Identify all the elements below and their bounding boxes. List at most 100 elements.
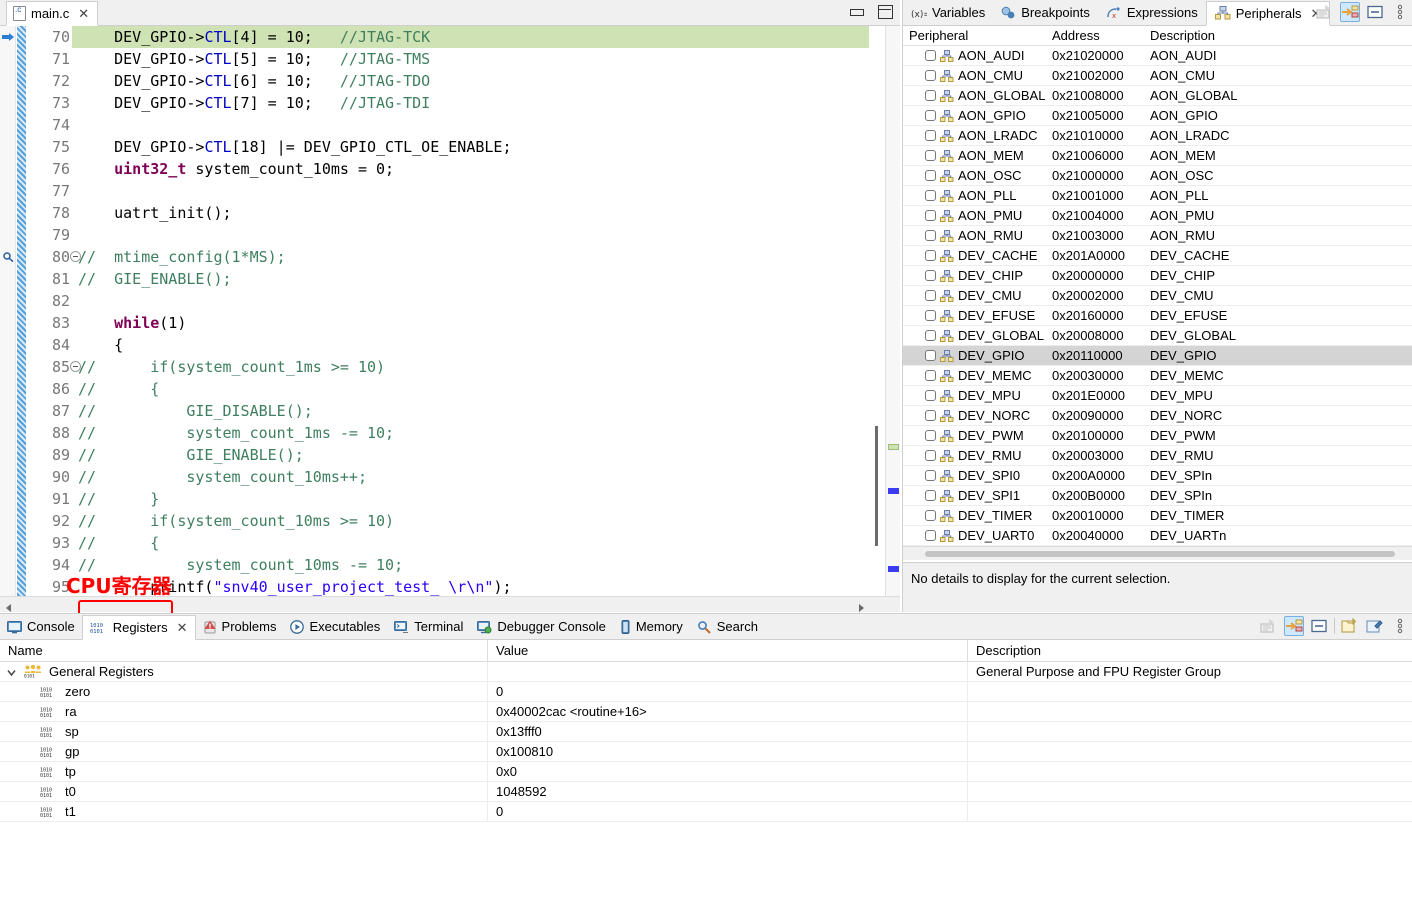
code-line[interactable]: uint32_t system_count_10ms = 0; [78, 158, 394, 180]
tab-search[interactable]: Search [690, 614, 765, 639]
tab-problems[interactable]: Problems [196, 614, 284, 639]
register-value[interactable]: 0x13fff0 [488, 722, 968, 742]
register-row[interactable]: 10100101ra0x40002cac <routine+16> [0, 702, 1412, 722]
peripheral-checkbox[interactable] [925, 330, 936, 341]
peripherals-list[interactable]: AON_AUDI0x21020000AON_AUDIAON_CMU0x21002… [903, 46, 1412, 560]
tab-console[interactable]: Console [0, 614, 82, 639]
code-line[interactable]: DEV_GPIO->CTL[4] = 10; //JTAG-TCK [78, 26, 430, 48]
register-row[interactable]: 10100101gp0x100810 [0, 742, 1412, 762]
peripheral-checkbox[interactable] [925, 530, 936, 541]
peripheral-checkbox[interactable] [925, 390, 936, 401]
code-line[interactable]: uatrt_init(); [78, 202, 232, 224]
code-line[interactable]: DEV_GPIO->CTL[7] = 10; //JTAG-TDI [78, 92, 430, 114]
code-area[interactable]: 70 DEV_GPIO->CTL[4] = 10; //JTAG-TCK71 D… [0, 26, 900, 612]
register-row[interactable]: 10100101t01048592 [0, 782, 1412, 802]
overview-ruler[interactable] [885, 26, 900, 596]
peripheral-row[interactable]: DEV_CHIP0x20000000DEV_CHIP [903, 266, 1412, 286]
register-value[interactable]: 0x0 [488, 762, 968, 782]
tab-peripherals[interactable]: Peripherals✕ [1206, 1, 1331, 26]
tab-breakpoints[interactable]: Breakpoints [993, 0, 1098, 25]
peripheral-checkbox[interactable] [925, 250, 936, 261]
scrollbar-thumb[interactable] [875, 426, 878, 546]
code-line[interactable]: // GIE_DISABLE(); [78, 400, 313, 422]
peripheral-row[interactable]: DEV_RMU0x20003000DEV_RMU [903, 446, 1412, 466]
column-header-name[interactable]: Name [0, 640, 488, 661]
view-menu-icon[interactable] [1390, 616, 1410, 636]
peripheral-row[interactable]: AON_GPIO0x21005000AON_GPIO [903, 106, 1412, 126]
peripheral-row[interactable]: DEV_UART00x20040000DEV_UARTn [903, 526, 1412, 546]
column-header-value[interactable]: Value [488, 640, 968, 661]
peripheral-checkbox[interactable] [925, 270, 936, 281]
peripheral-row[interactable]: DEV_GPIO0x20110000DEV_GPIO [903, 346, 1412, 366]
column-header-description[interactable]: Description [1144, 26, 1412, 45]
peripheral-row[interactable]: AON_AUDI0x21020000AON_AUDI [903, 46, 1412, 66]
peripheral-checkbox[interactable] [925, 450, 936, 461]
peripherals-horizontal-scrollbar[interactable] [903, 546, 1412, 560]
tab-terminal[interactable]: Terminal [387, 614, 470, 639]
peripheral-row[interactable]: AON_PMU0x21004000AON_PMU [903, 206, 1412, 226]
code-line[interactable]: { [78, 334, 123, 356]
layout-icon[interactable] [1365, 2, 1385, 22]
register-value[interactable]: 0x40002cac <routine+16> [488, 702, 968, 722]
code-line[interactable]: // system_count_1ms -= 10; [78, 422, 394, 444]
code-line[interactable]: // system_count_10ms++; [78, 466, 367, 488]
peripheral-checkbox[interactable] [925, 350, 936, 361]
peripheral-row[interactable]: AON_OSC0x21000000AON_OSC [903, 166, 1412, 186]
column-header-address[interactable]: Address [1046, 26, 1144, 45]
peripheral-row[interactable]: AON_RMU0x21003000AON_RMU [903, 226, 1412, 246]
code-line[interactable]: printf("snv40_user_project_test_ \r\n"); [78, 576, 512, 598]
peripheral-checkbox[interactable] [925, 290, 936, 301]
peripheral-row[interactable]: DEV_SPI00x200A0000DEV_SPIn [903, 466, 1412, 486]
register-value[interactable]: 0 [488, 682, 968, 702]
tab-variables[interactable]: (x)=Variables [903, 0, 993, 25]
peripheral-checkbox[interactable] [925, 410, 936, 421]
peripheral-checkbox[interactable] [925, 50, 936, 61]
tab-executables[interactable]: Executables [283, 614, 387, 639]
peripheral-row[interactable]: AON_MEM0x21006000AON_MEM [903, 146, 1412, 166]
peripheral-row[interactable]: AON_LRADC0x21010000AON_LRADC [903, 126, 1412, 146]
show-type-names-icon[interactable] [1284, 616, 1304, 636]
column-header-description[interactable]: Description [968, 640, 1412, 661]
peripheral-checkbox[interactable] [925, 130, 936, 141]
peripheral-row[interactable]: DEV_NORC0x20090000DEV_NORC [903, 406, 1412, 426]
registers-rows[interactable]: 0101General RegistersGeneral Purpose and… [0, 662, 1412, 822]
editor-horizontal-scrollbar[interactable] [0, 596, 900, 612]
peripheral-checkbox[interactable] [925, 430, 936, 441]
editor-tab-main-c[interactable]: main.c ✕ [6, 1, 98, 26]
peripheral-row[interactable]: DEV_SPI10x200B0000DEV_SPIn [903, 486, 1412, 506]
scroll-right-icon[interactable] [856, 600, 866, 610]
peripheral-checkbox[interactable] [925, 230, 936, 241]
register-row[interactable]: 10100101t10 [0, 802, 1412, 822]
peripheral-checkbox[interactable] [925, 190, 936, 201]
peripheral-row[interactable]: DEV_MPU0x201E0000DEV_MPU [903, 386, 1412, 406]
peripheral-row[interactable]: DEV_CMU0x20002000DEV_CMU [903, 286, 1412, 306]
peripheral-row[interactable]: DEV_TIMER0x20010000DEV_TIMER [903, 506, 1412, 526]
peripheral-checkbox[interactable] [925, 150, 936, 161]
maximize-icon[interactable] [876, 3, 892, 19]
register-value[interactable]: 0 [488, 802, 968, 822]
peripheral-row[interactable]: DEV_MEMC0x20030000DEV_MEMC [903, 366, 1412, 386]
code-line[interactable]: while(1) [78, 312, 186, 334]
close-icon[interactable]: ✕ [177, 621, 188, 634]
code-line[interactable]: DEV_GPIO->CTL[5] = 10; //JTAG-TMS [78, 48, 430, 70]
peripheral-checkbox[interactable] [925, 90, 936, 101]
register-value[interactable]: 1048592 [488, 782, 968, 802]
code-lines[interactable]: 70 DEV_GPIO->CTL[4] = 10; //JTAG-TCK71 D… [0, 26, 900, 612]
peripheral-checkbox[interactable] [925, 510, 936, 521]
peripheral-row[interactable]: DEV_EFUSE0x20160000DEV_EFUSE [903, 306, 1412, 326]
peripheral-row[interactable]: DEV_CACHE0x201A0000DEV_CACHE [903, 246, 1412, 266]
peripheral-checkbox[interactable] [925, 470, 936, 481]
column-header-peripheral[interactable]: Peripheral [903, 26, 1046, 45]
code-line[interactable]: DEV_GPIO->CTL[6] = 10; //JTAG-TDO [78, 70, 430, 92]
code-line[interactable]: // GIE_ENABLE(); [78, 444, 304, 466]
peripheral-checkbox[interactable] [925, 110, 936, 121]
peripheral-checkbox[interactable] [925, 170, 936, 181]
register-row[interactable]: 10100101tp0x0 [0, 762, 1412, 782]
view-menu-icon[interactable] [1390, 2, 1410, 22]
editor-vertical-scrollbar[interactable] [869, 26, 884, 596]
peripheral-row[interactable]: AON_GLOBAL0x21008000AON_GLOBAL [903, 86, 1412, 106]
tab-registers[interactable]: 10100101Registers✕ [82, 615, 196, 640]
code-line[interactable]: // { [78, 378, 159, 400]
peripheral-checkbox[interactable] [925, 490, 936, 501]
code-line[interactable]: DEV_GPIO->CTL[18] |= DEV_GPIO_CTL_OE_ENA… [78, 136, 512, 158]
